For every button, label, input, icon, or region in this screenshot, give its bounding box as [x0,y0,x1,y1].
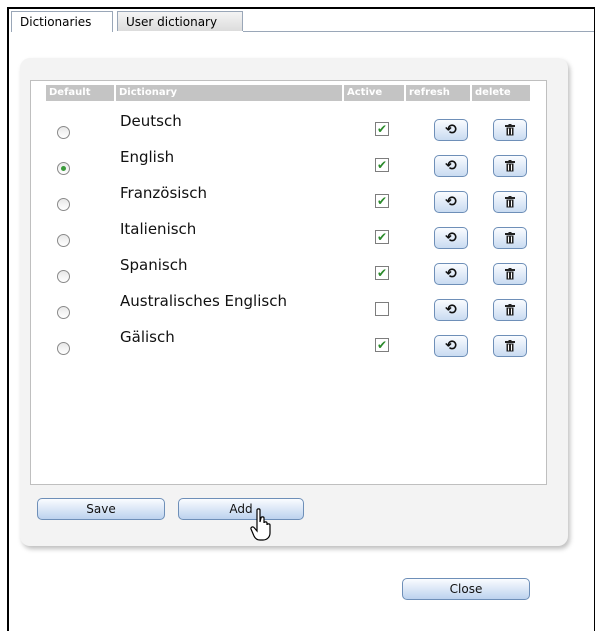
delete-button[interactable] [493,335,527,357]
delete-button[interactable] [493,191,527,213]
active-checkbox[interactable]: ✔ [375,194,389,208]
tab-bar: Dictionaries User dictionary [9,9,594,32]
tab-user-dictionary[interactable]: User dictionary [117,11,243,31]
hand-pointer-icon [250,508,271,541]
active-checkbox[interactable]: ✔ [375,158,389,172]
refresh-icon: ⟲ [445,230,457,246]
active-checkbox[interactable]: ✔ [375,230,389,244]
dictionary-name: English [120,148,175,166]
refresh-icon: ⟲ [445,158,457,174]
header-delete: delete [472,85,530,101]
refresh-icon: ⟲ [445,338,457,354]
default-radio[interactable] [57,198,70,211]
dictionary-name: Gälisch [120,328,175,346]
trash-icon [505,124,515,140]
refresh-icon: ⟲ [445,122,457,138]
dictionary-name: Australisches Englisch [120,292,287,310]
dictionaries-panel [20,58,568,546]
trash-icon [505,268,515,284]
delete-button[interactable] [493,155,527,177]
add-button[interactable]: Add [178,498,304,520]
active-checkbox[interactable]: ✔ [375,338,389,352]
trash-icon [505,232,515,248]
refresh-button[interactable]: ⟲ [434,227,468,249]
trash-icon [505,340,515,356]
trash-icon [505,160,515,176]
dictionary-name: Spanisch [120,256,188,274]
tab-divider [243,31,594,32]
delete-button[interactable] [493,119,527,141]
delete-button[interactable] [493,299,527,321]
default-radio[interactable] [57,342,70,355]
refresh-button[interactable]: ⟲ [434,299,468,321]
active-checkbox[interactable]: ✔ [375,122,389,136]
trash-icon [505,196,515,212]
save-button[interactable]: Save [37,498,165,520]
refresh-icon: ⟲ [445,266,457,282]
active-checkbox[interactable]: ✔ [375,266,389,280]
default-radio[interactable] [57,306,70,319]
default-radio[interactable] [57,126,70,139]
dictionary-name: Italienisch [120,220,197,238]
refresh-icon: ⟲ [445,302,457,318]
default-radio[interactable] [57,234,70,247]
refresh-button[interactable]: ⟲ [434,263,468,285]
trash-icon [505,304,515,320]
dictionary-name: Deutsch [120,112,182,130]
header-refresh: refresh [406,85,470,101]
refresh-button[interactable]: ⟲ [434,155,468,177]
dictionary-name: Französisch [120,184,208,202]
tab-dictionaries[interactable]: Dictionaries [11,11,113,32]
refresh-button[interactable]: ⟲ [434,119,468,141]
dictionary-list [30,80,547,485]
refresh-icon: ⟲ [445,194,457,210]
header-dictionary: Dictionary [116,85,342,101]
default-radio[interactable] [57,162,70,175]
refresh-button[interactable]: ⟲ [434,335,468,357]
close-button[interactable]: Close [402,578,530,600]
active-checkbox[interactable] [375,302,389,316]
refresh-button[interactable]: ⟲ [434,191,468,213]
header-default: Default [46,85,114,101]
default-radio[interactable] [57,270,70,283]
delete-button[interactable] [493,263,527,285]
header-active: Active [344,85,404,101]
delete-button[interactable] [493,227,527,249]
